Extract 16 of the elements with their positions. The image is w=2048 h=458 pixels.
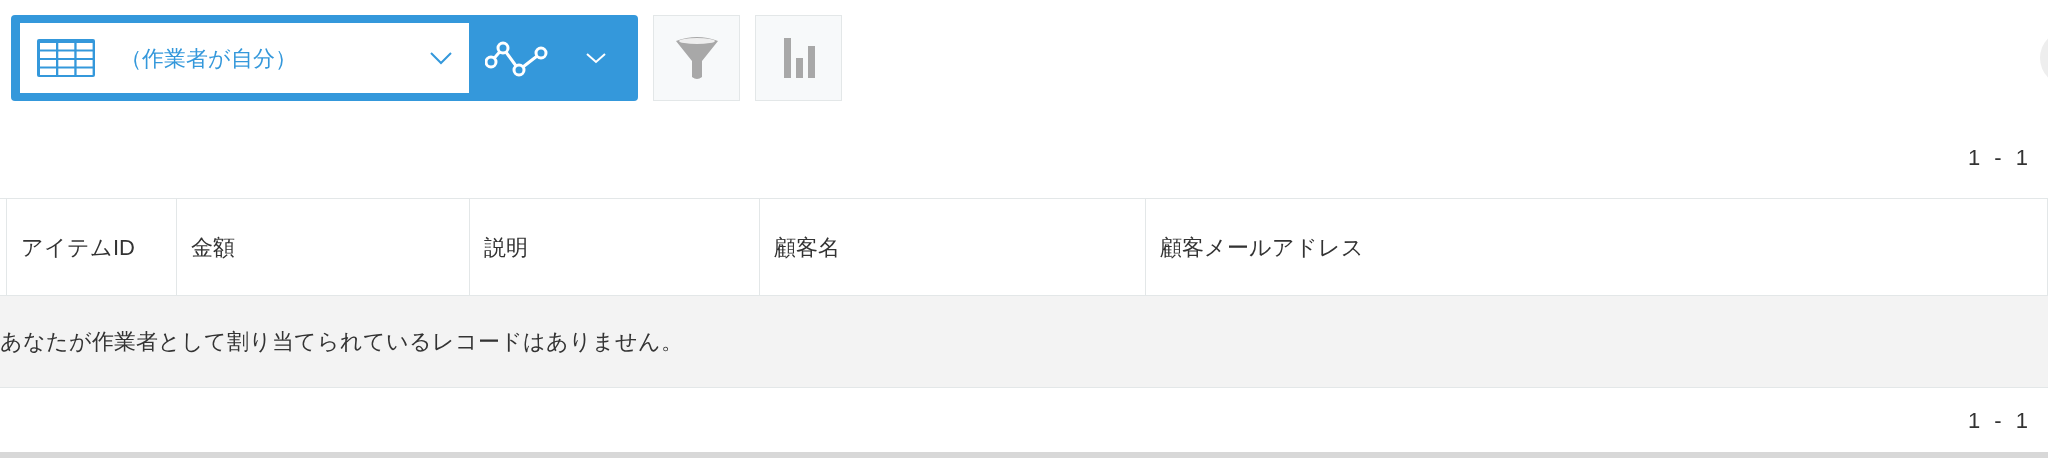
graph-button[interactable] xyxy=(755,15,842,101)
column-header: 説明 xyxy=(484,233,528,262)
column-header: 金額 xyxy=(191,233,235,262)
filter-icon xyxy=(673,35,720,81)
chevron-down-icon xyxy=(429,51,453,65)
table-icon xyxy=(36,38,96,78)
column-header: アイテムID xyxy=(21,233,135,262)
filter-button[interactable] xyxy=(653,15,740,101)
empty-message: あなたが作業者として割り当てられているレコードはありません。 xyxy=(0,328,683,356)
column-header: 顧客メールアドレス xyxy=(1160,233,1364,262)
pagination-range: 1 - 1 xyxy=(1967,406,2032,435)
bar-chart-icon xyxy=(781,36,816,80)
column-header: 顧客名 xyxy=(774,233,840,262)
pagination-range: 1 - 1 xyxy=(1967,143,2032,172)
chevron-down-icon xyxy=(585,52,607,64)
view-select[interactable]: （作業者が自分） xyxy=(20,23,469,93)
